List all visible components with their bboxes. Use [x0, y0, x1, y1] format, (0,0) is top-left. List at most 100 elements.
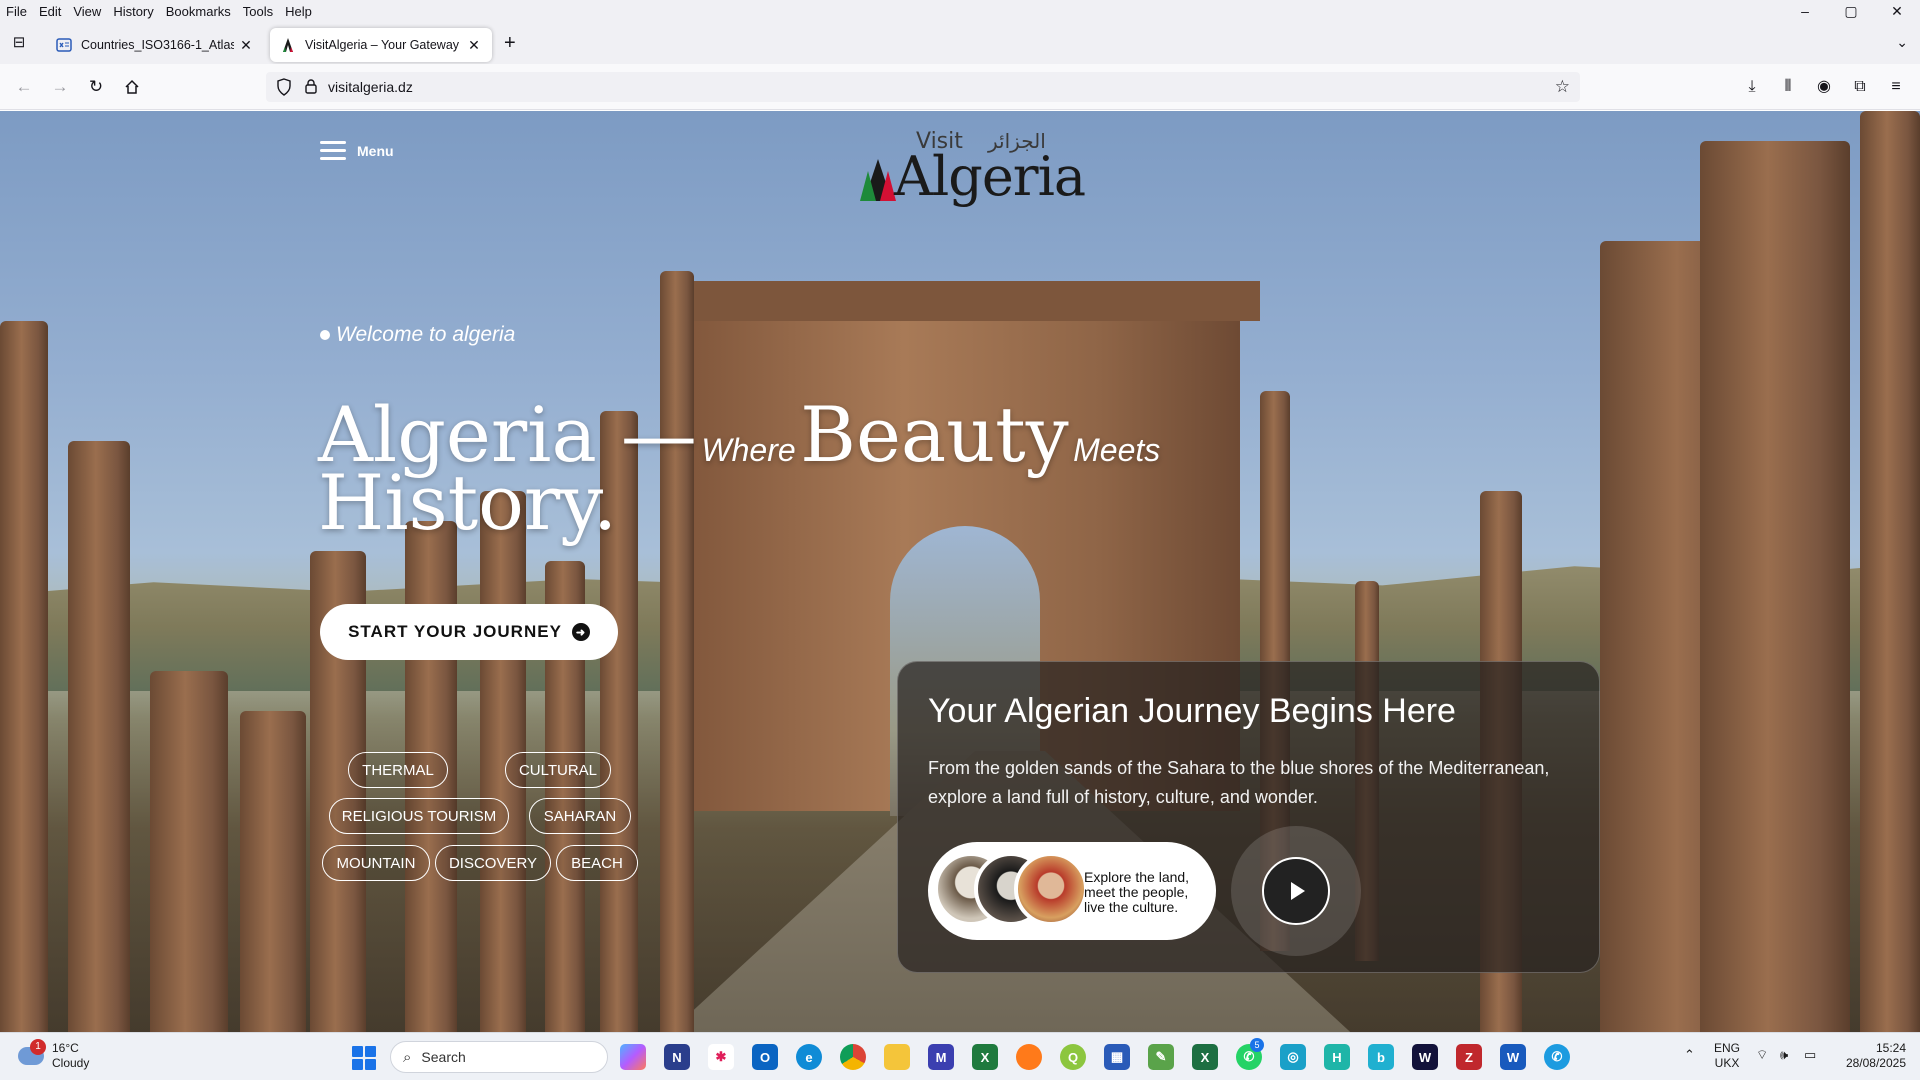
- hamburger-menu-icon[interactable]: ≡: [1884, 75, 1908, 99]
- search-placeholder: Search: [421, 1049, 466, 1065]
- reload-icon[interactable]: ↻: [84, 75, 108, 99]
- headline-beauty: Beauty: [800, 390, 1069, 479]
- column-image: [0, 321, 48, 1032]
- welcome-text: Welcome to algeria: [336, 323, 516, 346]
- library-icon[interactable]: ⫴: [1776, 75, 1800, 99]
- spreadsheet-app-icon[interactable]: X: [972, 1044, 998, 1070]
- minimize-button[interactable]: –: [1782, 0, 1828, 22]
- back-arrow-icon[interactable]: ←: [12, 75, 36, 99]
- layout-text: UKX: [1714, 1056, 1740, 1070]
- tab-bar: ⊟ Countries_ISO3166-1_Atlas_202 ✕ VisitA…: [0, 22, 1920, 64]
- menu-tools[interactable]: Tools: [237, 4, 279, 19]
- excel-icon[interactable]: X: [1192, 1044, 1218, 1070]
- volume-icon[interactable]: 🕪: [1780, 1047, 1788, 1062]
- download-icon[interactable]: ⤓: [1740, 75, 1764, 99]
- chevron-down-icon[interactable]: ⌄: [1896, 34, 1908, 51]
- store-icon[interactable]: ▦: [1104, 1044, 1130, 1070]
- chip-mountain[interactable]: MOUNTAIN: [322, 845, 430, 881]
- chip-cultural[interactable]: CULTURAL: [505, 752, 611, 788]
- chip-thermal[interactable]: THERMAL: [348, 752, 448, 788]
- app-icon[interactable]: M: [928, 1044, 954, 1070]
- url-bar[interactable]: visitalgeria.dz ☆: [266, 72, 1580, 102]
- welcome-label: Welcome to algeria: [320, 323, 515, 347]
- tab-visitalgeria[interactable]: VisitAlgeria – Your Gateway to T ✕: [270, 28, 492, 62]
- menu-history[interactable]: History: [107, 4, 159, 19]
- start-journey-button[interactable]: START YOUR JOURNEY ➜: [320, 604, 618, 660]
- copilot-icon[interactable]: [620, 1044, 646, 1070]
- notification-badge: 1: [30, 1039, 46, 1055]
- column-image: [1860, 111, 1920, 1032]
- chevron-up-icon[interactable]: ⌃: [1684, 1047, 1695, 1062]
- hamburger-icon: [320, 136, 346, 165]
- chip-discovery[interactable]: DISCOVERY: [435, 845, 551, 881]
- chip-religious-tourism[interactable]: RELIGIOUS TOURISM: [329, 798, 509, 834]
- headline-where: Where: [701, 432, 796, 468]
- tab-countries[interactable]: Countries_ISO3166-1_Atlas_202 ✕: [46, 28, 264, 62]
- phone-app-icon[interactable]: ✆: [1544, 1044, 1570, 1070]
- home-icon[interactable]: [120, 75, 144, 99]
- chip-saharan[interactable]: SAHARAN: [529, 798, 631, 834]
- battery-icon[interactable]: ▭: [1804, 1047, 1816, 1062]
- avatar: [1014, 852, 1088, 926]
- app-icon[interactable]: W: [1412, 1044, 1438, 1070]
- maximize-button[interactable]: ▢: [1828, 0, 1874, 22]
- edge-icon[interactable]: e: [796, 1044, 822, 1070]
- shield-icon[interactable]: [276, 78, 292, 101]
- account-icon[interactable]: ◉: [1812, 75, 1836, 99]
- weather-widget[interactable]: 1 16°C Cloudy: [18, 1039, 90, 1071]
- chip-beach[interactable]: BEACH: [556, 845, 638, 881]
- lock-icon[interactable]: [304, 78, 318, 99]
- firefox-icon[interactable]: [1016, 1044, 1042, 1070]
- outlook-icon[interactable]: O: [752, 1044, 778, 1070]
- menu-edit[interactable]: Edit: [33, 4, 67, 19]
- headline-meets: Meets: [1073, 432, 1161, 468]
- visit-algeria-logo[interactable]: Visit الجزائر Algeria: [860, 129, 1086, 211]
- clock[interactable]: 15:24 28/08/2025: [1836, 1041, 1906, 1071]
- column-image: [150, 671, 228, 1032]
- windows-start-icon[interactable]: [352, 1046, 376, 1070]
- menu-view[interactable]: View: [67, 4, 107, 19]
- close-tab-icon[interactable]: ✕: [238, 37, 254, 54]
- app-icon[interactable]: b: [1368, 1044, 1394, 1070]
- hero-section: Menu Visit الجزائر Algeria Welcome to al…: [0, 111, 1920, 1032]
- tab-title: Countries_ISO3166-1_Atlas_202: [81, 38, 234, 52]
- new-tab-icon[interactable]: +: [504, 33, 516, 53]
- bookmark-star-icon[interactable]: ☆: [1555, 77, 1570, 97]
- play-video-button[interactable]: [1231, 826, 1361, 956]
- menu-help[interactable]: Help: [279, 4, 318, 19]
- headline-history: History.: [318, 458, 618, 548]
- word-icon[interactable]: W: [1500, 1044, 1526, 1070]
- forward-arrow-icon[interactable]: →: [48, 75, 72, 99]
- window-controls: – ▢ ✕: [1782, 0, 1920, 22]
- notepad-icon[interactable]: ✎: [1148, 1044, 1174, 1070]
- file-explorer-icon[interactable]: [884, 1044, 910, 1070]
- extensions-icon[interactable]: ⧉: [1848, 75, 1872, 99]
- culture-pill[interactable]: Explore the land, meet the people, live …: [928, 842, 1216, 940]
- filezilla-icon[interactable]: Z: [1456, 1044, 1482, 1070]
- taskbar: 1 16°C Cloudy ⌕ Search N ✱ O e M X Q ▦ ✎…: [0, 1032, 1920, 1080]
- weather-condition: Cloudy: [52, 1056, 90, 1070]
- slack-icon[interactable]: ✱: [708, 1044, 734, 1070]
- menu-bookmarks[interactable]: Bookmarks: [160, 4, 237, 19]
- menu-file[interactable]: File: [0, 4, 33, 19]
- card-title: Your Algerian Journey Begins Here: [928, 692, 1456, 730]
- teams-icon[interactable]: N: [664, 1044, 690, 1070]
- close-tab-icon[interactable]: ✕: [466, 37, 482, 54]
- card-description: From the golden sands of the Sahara to t…: [928, 758, 1550, 807]
- tab-list-icon[interactable]: ⊟: [8, 32, 30, 54]
- wifi-icon[interactable]: ⌔: [1756, 1047, 1768, 1062]
- app-icon[interactable]: ◎: [1280, 1044, 1306, 1070]
- journey-card: Your Algerian Journey Begins Here From t…: [897, 661, 1600, 973]
- lang-text: ENG: [1714, 1041, 1741, 1055]
- site-menu-button[interactable]: Menu: [320, 136, 394, 165]
- taskbar-search[interactable]: ⌕ Search: [390, 1041, 608, 1073]
- pill-text: Explore the land, meet the people, live …: [1084, 869, 1190, 915]
- language-indicator[interactable]: ENG UKX: [1714, 1041, 1740, 1071]
- qgis-icon[interactable]: Q: [1060, 1044, 1086, 1070]
- chrome-icon[interactable]: [840, 1044, 866, 1070]
- url-text[interactable]: visitalgeria.dz: [328, 79, 413, 95]
- close-window-button[interactable]: ✕: [1874, 0, 1920, 22]
- app-icon[interactable]: H: [1324, 1044, 1350, 1070]
- weather-temp: 16°C: [52, 1041, 79, 1055]
- date-text: 28/08/2025: [1845, 1056, 1906, 1070]
